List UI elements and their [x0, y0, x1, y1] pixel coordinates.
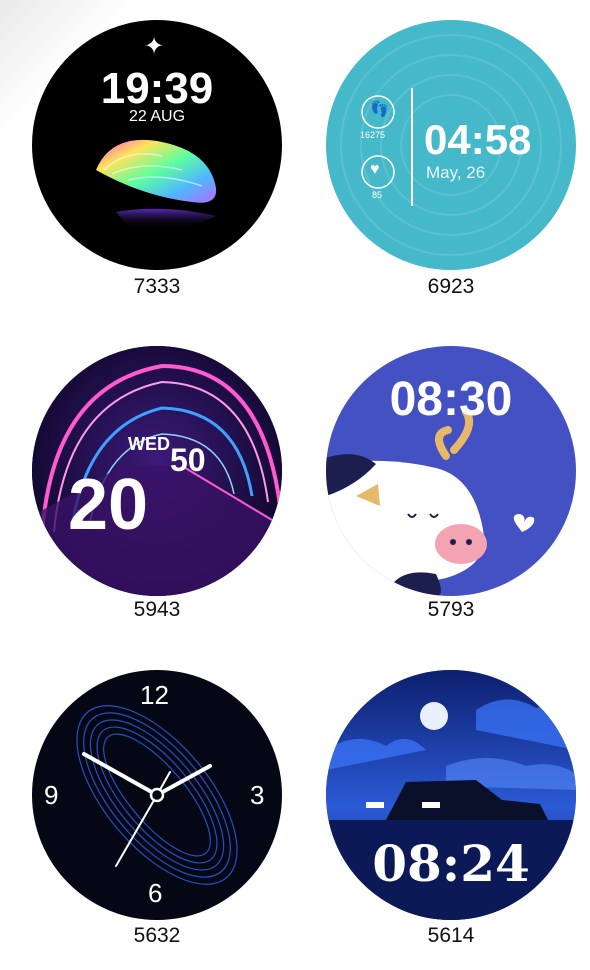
face-id-label: 5943 [133, 598, 181, 621]
time-display: 08:30 [389, 373, 513, 426]
face-id-label: 5632 [133, 924, 181, 947]
face-id-label: 5793 [427, 598, 475, 621]
watch-face-5793[interactable]: 08:30 [326, 346, 576, 596]
weekday-display: WED [128, 434, 170, 454]
face-id-label: 6923 [427, 275, 475, 298]
date-display: May, 26 [426, 163, 486, 182]
heart-rate-value: 85 [372, 190, 383, 200]
time-display: 04:58 [424, 116, 532, 163]
watch-face-6923[interactable]: 👣 16275 ♥ 85 04:58 May, 26 [326, 20, 576, 270]
minutes-display: 50 [170, 442, 206, 478]
heart-icon: ♥ [370, 161, 380, 178]
watch-face-7333[interactable]: ✦ 19:39 22 AUG [32, 20, 282, 270]
dial-numeral-12: 12 [140, 680, 169, 710]
date-display: 22 AUG [128, 108, 186, 125]
dial-numeral-3: 3 [250, 780, 265, 810]
minute-hand [82, 752, 159, 797]
hour-display: 20 [68, 465, 149, 545]
time-display: 08:24 [372, 834, 530, 893]
face-id-label: 7333 [133, 275, 181, 298]
steps-value: 16275 [360, 130, 386, 140]
dial-numeral-9: 9 [44, 780, 59, 810]
watch-face-5614[interactable]: 08:24 [326, 670, 576, 920]
brand-logo-icon: ✦ [144, 33, 165, 60]
time-display: 19:39 [100, 64, 214, 113]
dial-numeral-6: 6 [148, 878, 163, 908]
face-id-label: 5614 [427, 924, 475, 947]
watch-face-5943[interactable]: WED 50 20 [32, 346, 282, 596]
watch-face-5632[interactable]: 12 3 6 9 [32, 670, 282, 920]
steps-icon: 👣 [370, 101, 389, 118]
